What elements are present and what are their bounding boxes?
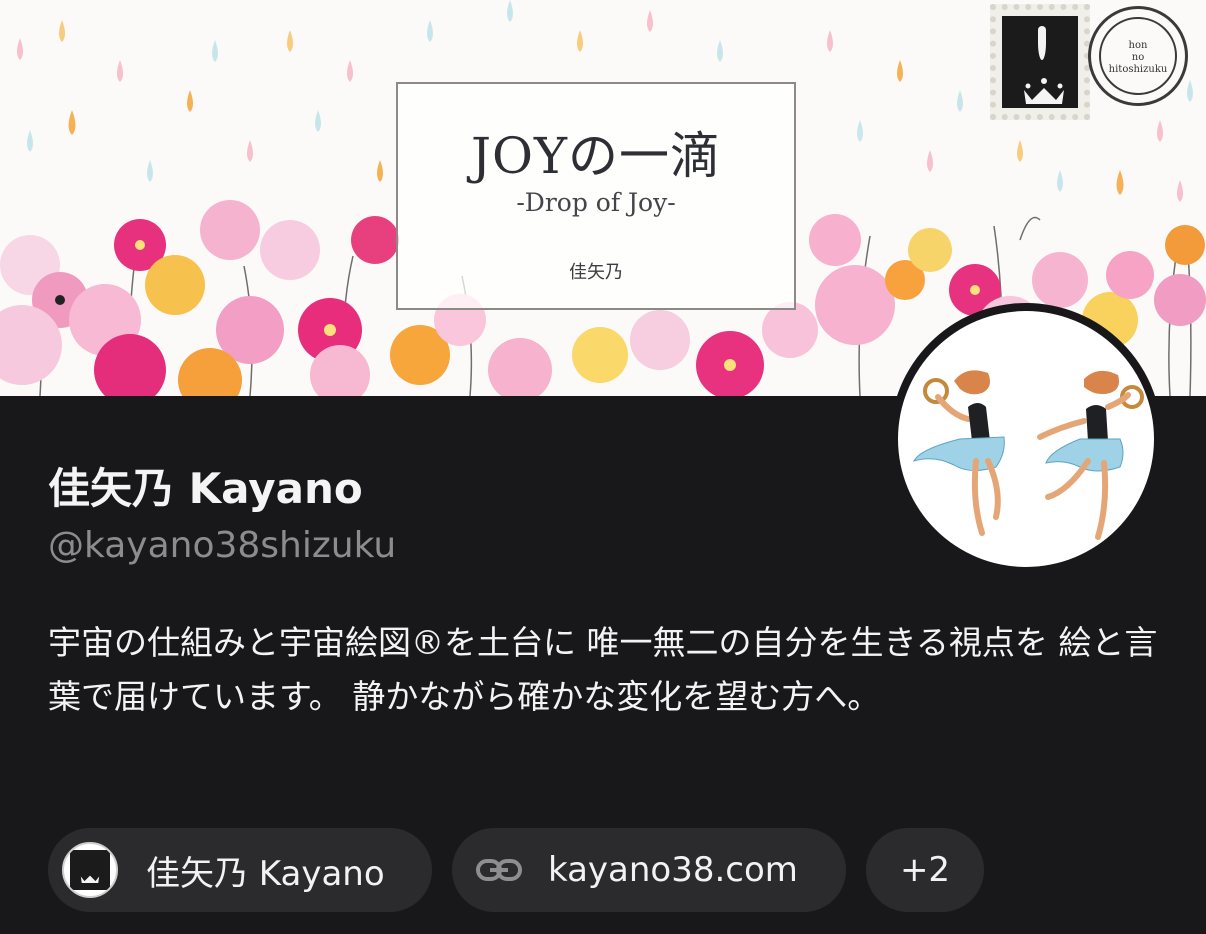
- profile-link-label: 佳矢乃 Kayano: [146, 853, 385, 894]
- postmark-line-2: no: [1131, 52, 1145, 63]
- postmark: hon no hitoshizuku: [1088, 6, 1188, 106]
- dancers-illustration: [913, 370, 1144, 540]
- crown-icon: [1024, 78, 1064, 104]
- link-icon: [476, 859, 522, 881]
- crown-icon: [80, 875, 100, 883]
- banner-subtitle: -Drop of Joy-: [516, 188, 676, 217]
- website-link-chip[interactable]: kayano38.com: [452, 828, 846, 912]
- postmark-line-1: hon: [1128, 40, 1148, 51]
- profile-avatar[interactable]: [890, 303, 1162, 575]
- more-links-chip[interactable]: +2: [866, 828, 984, 912]
- profile-bio: 宇宙の仕組みと宇宙絵図®を土台に 唯一無二の自分を生きる視点を 絵と言葉で届けて…: [48, 623, 1158, 716]
- display-name: 佳矢乃 Kayano: [48, 464, 363, 513]
- more-links-count: +2: [899, 850, 951, 890]
- stamp-icon: [990, 4, 1090, 120]
- chip-avatar: [62, 842, 118, 898]
- banner-title: JOYの一滴: [470, 127, 722, 185]
- profile-link-chip[interactable]: 佳矢乃 Kayano: [48, 828, 432, 912]
- username-handle: @kayano38shizuku: [48, 525, 397, 566]
- website-link-label: kayano38.com: [548, 850, 798, 890]
- postmark-line-3: hitoshizuku: [1108, 64, 1168, 75]
- banner-author: 佳矢乃: [569, 262, 623, 283]
- book-title-card: JOYの一滴 -Drop of Joy- 佳矢乃: [396, 82, 796, 310]
